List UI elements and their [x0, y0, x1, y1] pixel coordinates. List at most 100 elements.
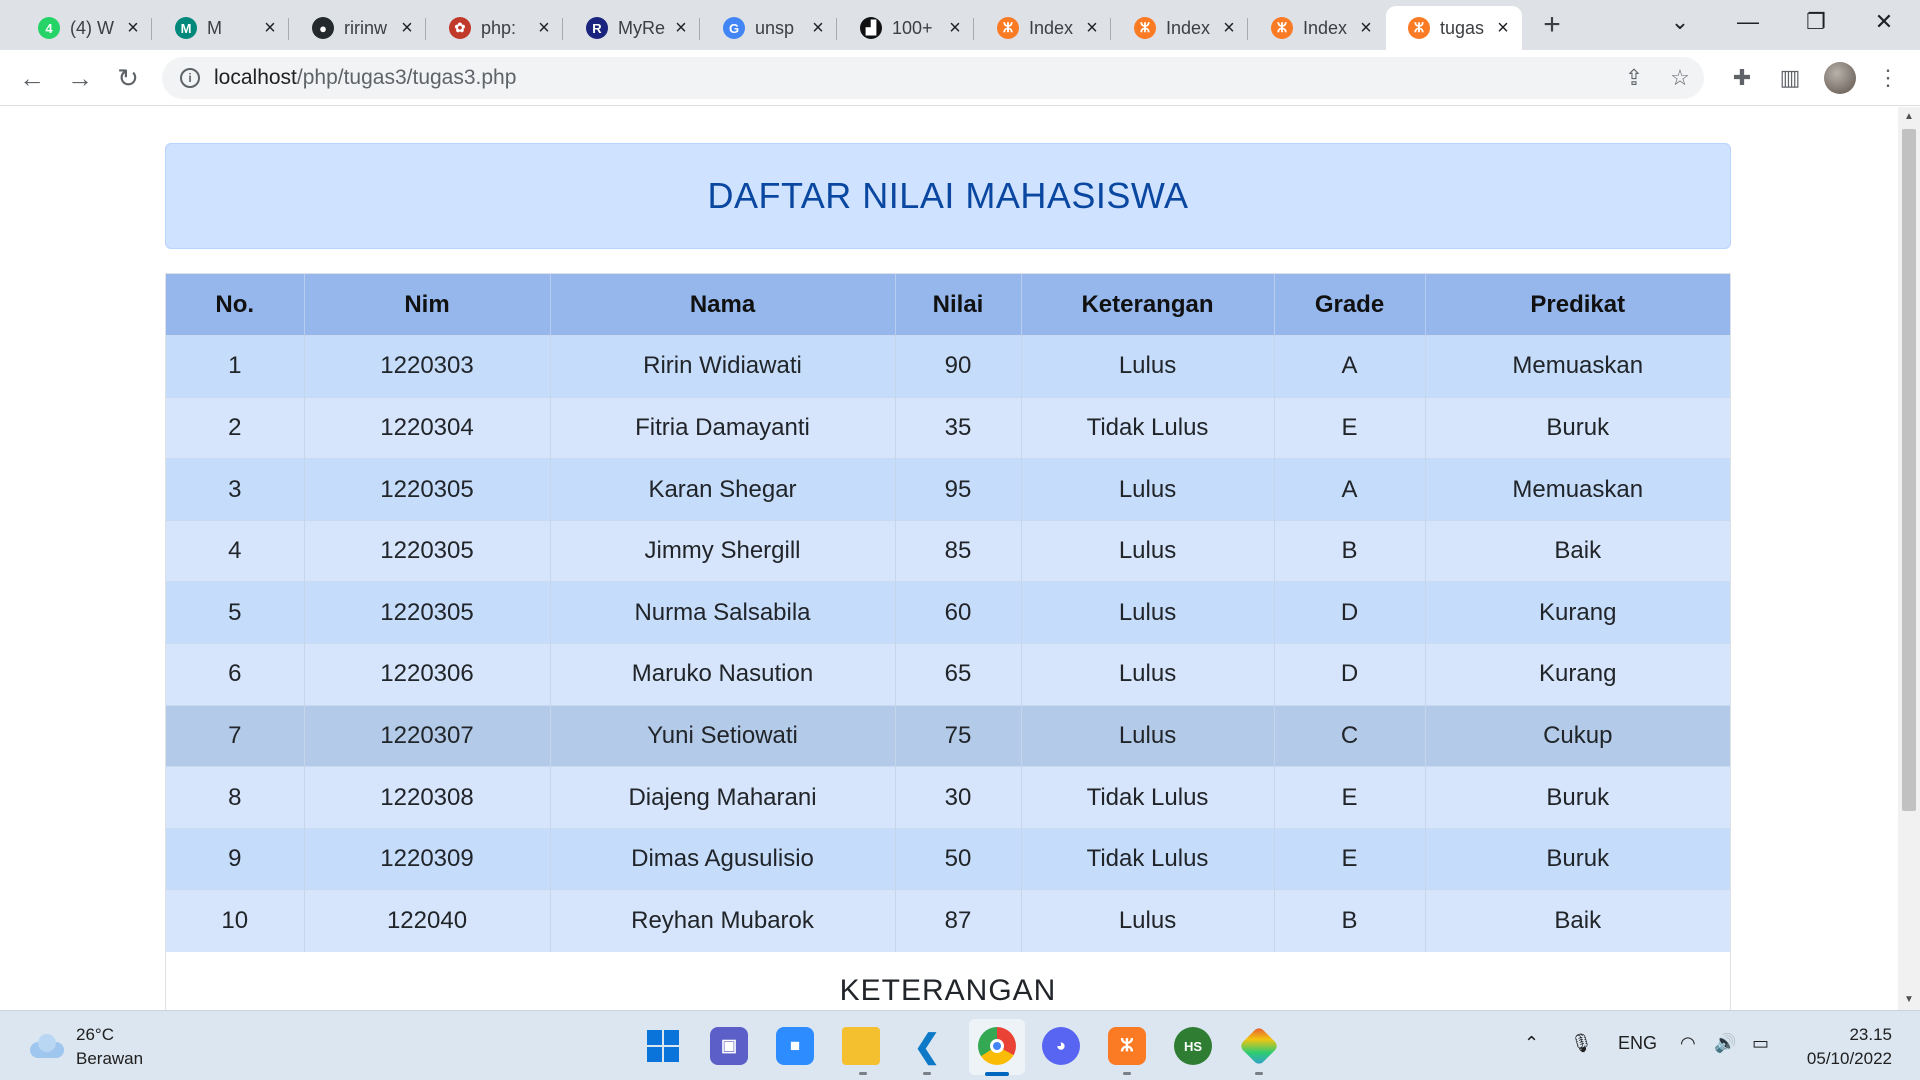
browser-tab[interactable]: M M × — [153, 6, 289, 50]
cell-nilai: 30 — [895, 766, 1022, 829]
new-tab-button[interactable]: + — [1534, 6, 1570, 46]
show-hidden-icons-icon[interactable]: ⌃ — [1524, 1033, 1539, 1054]
back-button[interactable]: ← — [12, 58, 52, 98]
tab-separator — [973, 18, 974, 40]
close-tab-icon[interactable]: × — [535, 17, 553, 40]
browser-tab[interactable]: ▟ 100+ × — [838, 6, 974, 50]
close-tab-icon[interactable]: × — [124, 17, 142, 40]
browser-tab[interactable]: Gunsp × — [701, 6, 837, 50]
wifi-icon[interactable]: ◠ — [1680, 1033, 1696, 1054]
cell-grade: D — [1274, 581, 1426, 644]
discord-icon[interactable]: ◕ — [1042, 1027, 1080, 1065]
site-info-icon[interactable]: i — [180, 68, 200, 88]
cell-predikat: Kurang — [1425, 581, 1730, 644]
tab-title: (4) W — [70, 17, 114, 38]
profile-avatar[interactable] — [1824, 62, 1856, 94]
browser-tab[interactable]: ● ririnw × — [290, 6, 426, 50]
close-tab-icon[interactable]: × — [809, 17, 827, 40]
cell-predikat: Buruk — [1425, 827, 1730, 890]
cell-no: 8 — [166, 766, 305, 829]
tab-active[interactable]: ⵣ tugas × — [1386, 6, 1522, 50]
close-tab-icon[interactable]: × — [398, 17, 416, 40]
cell-nama: Nurma Salsabila — [550, 581, 896, 644]
browser-tab[interactable]: ⵣ Index × — [975, 6, 1111, 50]
cell-nim: 1220309 — [304, 827, 551, 890]
close-window-button[interactable]: ✕ — [1856, 0, 1912, 44]
microphone-icon[interactable]: 🎙 — [1570, 1033, 1593, 1054]
cell-predikat: Memuaskan — [1425, 335, 1730, 398]
cell-nilai: 87 — [895, 889, 1022, 952]
scrollbar-thumb[interactable] — [1902, 129, 1916, 811]
close-tab-icon[interactable]: × — [672, 17, 690, 40]
scroll-up-icon[interactable]: ▲ — [1898, 107, 1920, 127]
table-row: 2 1220304 Fitria Damayanti 35 Tidak Lulus E Bu… — [166, 396, 1730, 459]
weather-widget[interactable]: 26°C Berawan — [26, 1023, 143, 1071]
cell-keterangan: Tidak Lulus — [1021, 827, 1275, 890]
bookmark-star-icon[interactable]: ☆ — [1668, 66, 1692, 90]
extensions-icon[interactable]: ✚ — [1728, 64, 1756, 92]
reload-button[interactable]: ↻ — [108, 58, 148, 98]
address-bar[interactable]: i localhost/php/tugas3/tugas3.php ⇪ ☆ — [162, 57, 1704, 99]
header-grade: Grade — [1274, 274, 1426, 336]
cell-no: 6 — [166, 643, 305, 706]
tab-search-icon[interactable]: ⌄ — [1652, 0, 1708, 44]
language-indicator[interactable]: ENG — [1618, 1033, 1657, 1054]
tab-separator — [836, 18, 837, 40]
hs-app-icon[interactable]: HS — [1174, 1027, 1212, 1065]
cell-nilai: 95 — [895, 458, 1022, 521]
page-scrollbar[interactable]: ▲ ▼ — [1898, 107, 1920, 1010]
cell-no: 3 — [166, 458, 305, 521]
vscode-icon[interactable]: ❮ — [908, 1027, 946, 1065]
cell-nama: Ririn Widiawati — [550, 335, 896, 398]
close-tab-icon[interactable]: × — [1220, 17, 1238, 40]
menu-icon[interactable]: ⋮ — [1874, 64, 1902, 92]
table-row: 10 122040 Reyhan Mubarok 87 Lulus B Baik — [166, 889, 1730, 952]
table-row: 4 1220305 Jimmy Shergill 85 Lulus B Baik — [166, 519, 1730, 582]
side-panel-icon[interactable]: ▥ — [1776, 64, 1804, 92]
tab-title: Index — [1166, 17, 1211, 38]
url-path: /php/tugas3/tugas3.php — [296, 66, 517, 89]
browser-tab[interactable]: 4 (4) W × — [16, 6, 152, 50]
restore-button[interactable]: ❐ — [1788, 0, 1844, 44]
cell-nilai: 50 — [895, 827, 1022, 890]
chat-icon[interactable]: ▣ — [710, 1027, 748, 1065]
chrome-icon[interactable] — [978, 1027, 1016, 1065]
start-icon[interactable] — [644, 1027, 682, 1065]
table-row: 5 1220305 Nurma Salsabila 60 Lulus D Kurang — [166, 581, 1730, 644]
close-tab-icon[interactable]: × — [1494, 17, 1512, 40]
tab-title: Index — [1303, 17, 1348, 38]
cell-nama: Fitria Damayanti — [550, 396, 896, 459]
browser-tab[interactable]: R MyRe × — [564, 6, 700, 50]
share-icon[interactable]: ⇪ — [1622, 66, 1646, 90]
active-indicator — [985, 1072, 1009, 1076]
cell-grade: E — [1274, 396, 1426, 459]
close-tab-icon[interactable]: × — [1357, 17, 1375, 40]
zoom-icon[interactable]: ■ — [776, 1027, 814, 1065]
close-tab-icon[interactable]: × — [1083, 17, 1101, 40]
cell-keterangan: Lulus — [1021, 335, 1275, 398]
volume-icon[interactable]: 🔊 — [1714, 1033, 1736, 1054]
browser-tab[interactable]: ⵣ Index × — [1112, 6, 1248, 50]
git-app-icon[interactable] — [1238, 1025, 1280, 1067]
close-tab-icon[interactable]: × — [261, 17, 279, 40]
battery-icon[interactable]: ▭ — [1752, 1033, 1769, 1054]
close-tab-icon[interactable]: × — [946, 17, 964, 40]
browser-tab[interactable]: ✿ php: × — [427, 6, 563, 50]
address-url[interactable]: localhost/php/tugas3/tugas3.php — [214, 66, 516, 90]
table-row: 1 1220303 Ririn Widiawati 90 Lulus A Memuaskan — [166, 335, 1730, 398]
xampp-icon[interactable]: ⵣ — [1108, 1027, 1146, 1065]
xampp-icon: ⵣ — [997, 17, 1019, 39]
cell-grade: D — [1274, 643, 1426, 706]
weather-temperature: 26°C — [76, 1025, 114, 1044]
scroll-down-icon[interactable]: ▼ — [1898, 990, 1920, 1010]
header-no: No. — [166, 274, 305, 336]
minimize-button[interactable]: — — [1720, 0, 1776, 44]
cell-predikat: Buruk — [1425, 766, 1730, 829]
file-explorer-icon[interactable] — [842, 1027, 880, 1065]
system-clock[interactable]: 23.15 05/10/2022 — [1807, 1023, 1892, 1071]
browser-tab[interactable]: ⵣ Index × — [1249, 6, 1385, 50]
forward-button[interactable]: → — [60, 58, 100, 98]
tab-title: Index — [1029, 17, 1074, 38]
cell-no: 1 — [166, 335, 305, 398]
cell-keterangan: Tidak Lulus — [1021, 766, 1275, 829]
